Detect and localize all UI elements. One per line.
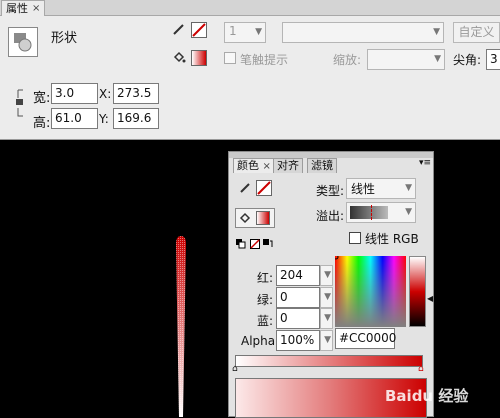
paint-bucket-icon xyxy=(172,50,186,67)
blue-slider-toggle[interactable]: ▼ xyxy=(320,308,333,329)
chevron-down-icon: ▼ xyxy=(324,292,331,302)
brightness-pointer-icon[interactable]: ◀ xyxy=(427,294,433,303)
linear-rgb-label: 线性 RGB xyxy=(365,232,419,246)
fill-color-swatch[interactable] xyxy=(256,211,270,225)
tab-align[interactable]: 对齐 xyxy=(273,158,303,173)
chevron-down-icon: ▼ xyxy=(324,335,331,345)
width-label: 宽: xyxy=(33,91,51,106)
watermark: Baidu 经验 xyxy=(385,387,469,405)
lock-icon[interactable] xyxy=(16,88,24,118)
panel-menu-icon[interactable]: ▾≡ xyxy=(419,158,431,168)
chevron-down-icon: ▼ xyxy=(405,207,412,217)
type-label: 类型: xyxy=(316,184,345,198)
gradient-bar[interactable] xyxy=(235,355,423,367)
gradient-stop-white[interactable]: ⌂ xyxy=(232,364,238,374)
y-input[interactable]: 169.6 xyxy=(113,108,159,129)
x-label: X: xyxy=(99,87,112,101)
height-input[interactable]: 61.0 xyxy=(51,108,98,129)
red-input[interactable]: 204 xyxy=(276,265,320,286)
type-dropdown[interactable]: 线性 ▼ xyxy=(346,178,416,199)
selected-shape[interactable] xyxy=(176,236,186,417)
properties-tab[interactable]: 属性 × xyxy=(1,0,46,16)
x-input[interactable]: 273.5 xyxy=(113,83,159,104)
green-slider-toggle[interactable]: ▼ xyxy=(320,287,333,308)
properties-panel: 属性 × 形状 1 ▼ ▼ 自定义 笔触提示 缩放: ▼ 尖角: 3 宽: 3.… xyxy=(0,0,500,140)
fill-selector[interactable] xyxy=(235,208,275,228)
red-label: 红: xyxy=(257,271,274,285)
linear-rgb-checkbox[interactable] xyxy=(349,232,361,244)
close-icon[interactable]: × xyxy=(32,2,40,16)
color-panel: 颜色 × 对齐 滤镜 ▾≡ 类型: 线性 ▼ 溢出: ▼ 线性 RGB 红: 2… xyxy=(228,151,434,418)
close-icon[interactable]: × xyxy=(263,161,271,172)
cap-input[interactable]: 3 xyxy=(486,49,500,70)
blue-input[interactable]: 0 xyxy=(276,308,320,329)
alpha-input[interactable]: 100% xyxy=(276,330,320,351)
blue-label: 蓝: xyxy=(257,314,274,328)
chevron-down-icon: ▼ xyxy=(405,183,412,193)
chevron-down-icon: ▼ xyxy=(255,27,262,37)
green-input[interactable]: 0 xyxy=(276,287,320,308)
green-label: 绿: xyxy=(257,293,274,307)
width-input[interactable]: 3.0 xyxy=(51,83,98,104)
alpha-slider-toggle[interactable]: ▼ xyxy=(320,330,333,351)
red-slider-toggle[interactable]: ▼ xyxy=(320,265,333,286)
no-color-icon[interactable] xyxy=(250,238,260,252)
chevron-down-icon: ▼ xyxy=(434,54,441,64)
chevron-down-icon: ▼ xyxy=(324,313,331,323)
scale-dropdown[interactable]: ▼ xyxy=(367,49,445,70)
alpha-label: Alpha: xyxy=(241,334,280,348)
shape-icon xyxy=(8,27,38,57)
swap-colors-icon[interactable] xyxy=(263,238,273,252)
cap-label: 尖角: xyxy=(453,53,482,67)
chevron-down-icon: ▼ xyxy=(324,270,331,280)
gradient-stop-red[interactable]: ⌂ xyxy=(418,364,424,374)
scale-label: 缩放: xyxy=(333,53,362,67)
stroke-size-dropdown[interactable]: 1 ▼ xyxy=(224,22,266,43)
default-colors-icon[interactable] xyxy=(236,238,246,252)
color-spectrum[interactable] xyxy=(335,256,406,327)
stroke-style-dropdown[interactable]: ▼ xyxy=(282,22,444,43)
height-label: 高: xyxy=(33,116,51,131)
overflow-label: 溢出: xyxy=(316,209,345,223)
chevron-down-icon: ▼ xyxy=(433,27,440,37)
pencil-icon xyxy=(172,22,186,39)
tab-filters[interactable]: 滤镜 xyxy=(307,158,337,173)
stroke-color-swatch[interactable] xyxy=(256,180,272,196)
stroke-hint-label: 笔触提示 xyxy=(240,53,289,67)
object-type-label: 形状 xyxy=(51,31,78,46)
y-label: Y: xyxy=(99,112,109,126)
properties-tab-title: 属性 xyxy=(6,1,28,15)
overflow-dropdown[interactable]: ▼ xyxy=(346,202,416,223)
properties-tabbar xyxy=(0,0,500,16)
tab-color[interactable]: 颜色 × xyxy=(233,158,275,173)
stroke-color-swatch[interactable] xyxy=(191,22,207,38)
stroke-hint-checkbox[interactable] xyxy=(224,52,236,64)
fill-color-swatch[interactable] xyxy=(191,50,207,66)
custom-button[interactable]: 自定义 xyxy=(453,22,500,43)
pencil-icon[interactable] xyxy=(239,182,251,197)
hex-input[interactable]: #CC0000 xyxy=(335,328,396,349)
brightness-slider[interactable] xyxy=(409,256,426,327)
overflow-preview xyxy=(350,206,388,219)
